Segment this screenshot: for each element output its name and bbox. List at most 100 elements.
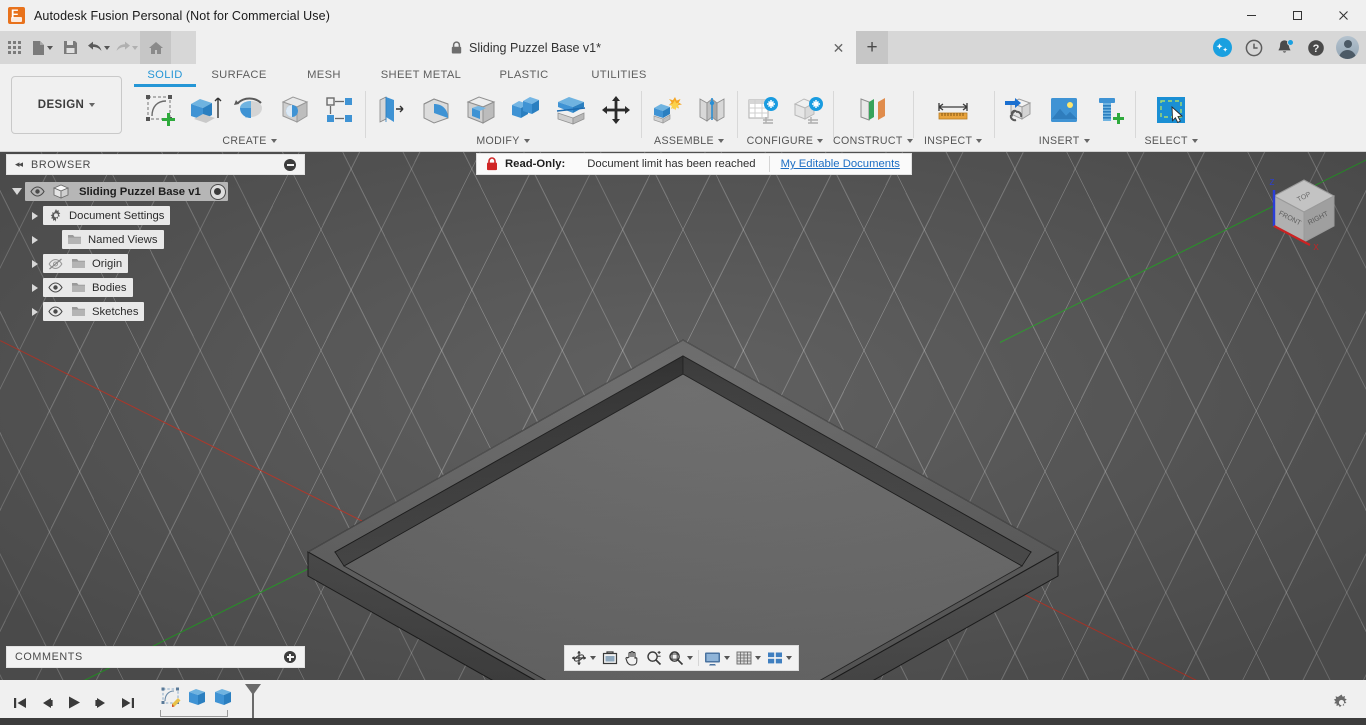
tree-row-root[interactable]: Sliding Puzzel Base v1: [8, 182, 298, 201]
expand-toggle[interactable]: [26, 259, 43, 268]
minimize-button[interactable]: [1228, 0, 1274, 31]
my-editable-documents-link[interactable]: My Editable Documents: [770, 158, 911, 170]
add-comment-icon[interactable]: [284, 651, 296, 663]
visibility-eye-off-icon[interactable]: [46, 258, 65, 270]
go-to-end-icon[interactable]: [116, 690, 140, 716]
document-tab[interactable]: Sliding Puzzel Base v1* ✕: [196, 31, 856, 64]
tab-surface[interactable]: SURFACE: [196, 64, 282, 85]
tab-sheet-metal[interactable]: SHEET METAL: [366, 64, 476, 85]
tab-utilities[interactable]: UTILITIES: [572, 64, 666, 85]
activate-component-radio[interactable]: [209, 183, 226, 200]
user-avatar-icon[interactable]: [1336, 36, 1359, 59]
expand-toggle[interactable]: [26, 211, 43, 220]
combine-icon[interactable]: [503, 88, 548, 132]
visibility-eye-icon[interactable]: [28, 186, 47, 197]
zoom-icon[interactable]: [643, 647, 665, 669]
split-face-icon[interactable]: [548, 88, 593, 132]
workspace-selector[interactable]: DESIGN: [11, 76, 122, 134]
tab-solid[interactable]: SOLID: [134, 64, 196, 87]
tree-row-origin[interactable]: Origin: [8, 254, 298, 273]
insert-image-icon[interactable]: [1042, 88, 1087, 132]
look-at-icon[interactable]: [599, 647, 621, 669]
create-sketch-icon[interactable]: [137, 88, 182, 132]
configure-model-icon[interactable]: [785, 88, 830, 132]
timeline-extrude-icon[interactable]: [184, 684, 210, 710]
viewport-layout-icon[interactable]: [764, 647, 795, 669]
job-status-clock-icon[interactable]: [1239, 31, 1268, 64]
maximize-button[interactable]: [1274, 0, 1320, 31]
notification-bell-icon[interactable]: [1270, 31, 1299, 64]
insert-mcmaster-part-icon[interactable]: [1087, 88, 1132, 132]
tab-plastic[interactable]: PLASTIC: [476, 64, 572, 85]
visibility-eye-icon[interactable]: [46, 282, 65, 293]
collapse-left-icon[interactable]: ◂◂: [15, 159, 23, 170]
tree-row-bodies[interactable]: Bodies: [8, 278, 298, 297]
new-document-icon[interactable]: [28, 31, 56, 64]
fillet-icon[interactable]: [413, 88, 458, 132]
measure-icon[interactable]: [931, 88, 976, 132]
step-forward-icon[interactable]: [89, 690, 113, 716]
assemble-label-text: ASSEMBLE: [654, 135, 714, 147]
revolve-icon[interactable]: [227, 88, 272, 132]
extrude-icon[interactable]: [182, 88, 227, 132]
app-grid-icon[interactable]: [0, 31, 28, 64]
offset-plane-icon[interactable]: [850, 88, 895, 132]
visibility-eye-icon[interactable]: [46, 306, 65, 317]
go-to-beginning-icon[interactable]: [8, 690, 32, 716]
undo-icon[interactable]: [84, 31, 112, 64]
ribbon-group-insert-label[interactable]: INSERT: [1039, 132, 1090, 150]
pan-icon[interactable]: [621, 647, 643, 669]
expand-toggle[interactable]: [26, 283, 43, 292]
new-tab-button[interactable]: +: [856, 31, 888, 64]
help-question-icon[interactable]: ?: [1301, 31, 1330, 64]
move-copy-icon[interactable]: [593, 88, 638, 132]
close-tab-icon[interactable]: ✕: [831, 40, 846, 55]
display-settings-icon[interactable]: [701, 647, 733, 669]
close-button[interactable]: [1320, 0, 1366, 31]
press-pull-icon[interactable]: [368, 88, 413, 132]
extension-sparkle-icon[interactable]: [1208, 31, 1237, 64]
tree-row-document-settings[interactable]: Document Settings: [8, 206, 298, 225]
chevron-down-icon: [270, 139, 277, 143]
derive-icon[interactable]: [997, 88, 1042, 132]
minimize-panel-icon[interactable]: [284, 158, 296, 171]
tree-row-named-views[interactable]: Named Views: [8, 230, 298, 249]
step-back-icon[interactable]: [35, 690, 59, 716]
ribbon-group-create: CREATE: [134, 86, 365, 152]
new-component-icon[interactable]: [644, 88, 689, 132]
expand-toggle[interactable]: [8, 188, 25, 195]
settings-gear-icon[interactable]: [1330, 692, 1352, 714]
navigation-bar: [564, 645, 799, 671]
redo-icon[interactable]: [112, 31, 140, 64]
expand-toggle[interactable]: [26, 235, 43, 244]
save-icon[interactable]: [56, 31, 84, 64]
select-label-text: SELECT: [1144, 135, 1188, 147]
tree-row-sketches[interactable]: Sketches: [8, 302, 298, 321]
home-icon[interactable]: [140, 31, 171, 64]
expand-toggle[interactable]: [26, 307, 43, 316]
ribbon-group-select-label[interactable]: SELECT: [1145, 132, 1198, 150]
ribbon-group-construct-label[interactable]: CONSTRUCT: [833, 132, 913, 150]
tab-mesh[interactable]: MESH: [282, 64, 366, 85]
fit-icon[interactable]: [665, 647, 696, 669]
ribbon-group-inspect-label[interactable]: INSPECT: [924, 132, 983, 150]
configuration-table-icon[interactable]: [740, 88, 785, 132]
orbit-icon[interactable]: [568, 647, 599, 669]
construct-label-text: CONSTRUCT: [833, 135, 903, 147]
ribbon-group-assemble-label[interactable]: ASSEMBLE: [654, 132, 724, 150]
rectangular-pattern-icon[interactable]: [317, 88, 362, 132]
ribbon-group-configure-label[interactable]: CONFIGURE: [747, 132, 824, 150]
ribbon-group-create-label[interactable]: CREATE: [222, 132, 277, 150]
ribbon-group-modify-label[interactable]: MODIFY: [476, 132, 530, 150]
hole-icon[interactable]: [272, 88, 317, 132]
shell-icon[interactable]: [458, 88, 503, 132]
play-icon[interactable]: [62, 690, 86, 716]
3d-viewport[interactable]: TOP FRONT RIGHT Z X Read-Only: Document …: [0, 152, 1366, 680]
view-cube[interactable]: TOP FRONT RIGHT Z X: [1258, 166, 1350, 258]
timeline-extrude-icon[interactable]: [210, 684, 236, 710]
window-select-icon[interactable]: [1149, 88, 1194, 132]
timeline-sketch-icon[interactable]: [158, 684, 184, 710]
timeline-playhead-marker[interactable]: [240, 683, 261, 722]
grid-snap-icon[interactable]: [733, 647, 764, 669]
joint-icon[interactable]: [689, 88, 734, 132]
